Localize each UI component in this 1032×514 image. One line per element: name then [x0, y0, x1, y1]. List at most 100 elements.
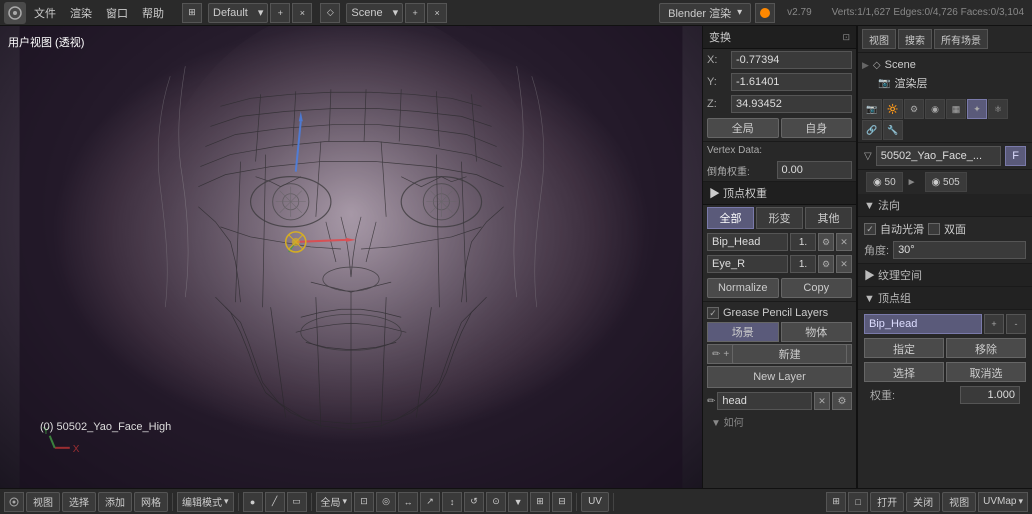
- vg-name-2[interactable]: Eye_R: [707, 255, 788, 273]
- head-input[interactable]: head: [717, 392, 812, 410]
- bt-add-btn[interactable]: 添加: [98, 492, 132, 512]
- modifiers-tab-icon[interactable]: 🔧: [883, 120, 903, 140]
- blender-icon[interactable]: [4, 2, 26, 24]
- normalize-btn[interactable]: Normalize: [707, 278, 779, 298]
- tab-other[interactable]: 其他: [805, 207, 852, 229]
- transform-header[interactable]: 变换 ⊡: [703, 26, 856, 49]
- tab-shape[interactable]: 形变: [756, 207, 803, 229]
- vg-weight-2[interactable]: 1.: [790, 255, 816, 273]
- bt-snap-icon[interactable]: ⊡: [354, 492, 374, 512]
- bt-tool-2[interactable]: ↕: [442, 492, 462, 512]
- head-x-btn[interactable]: ✕: [814, 392, 830, 410]
- layout-selector[interactable]: Default ▾: [208, 3, 268, 23]
- menu-file[interactable]: 文件: [28, 3, 62, 23]
- bevel-value[interactable]: 0.00: [777, 161, 853, 179]
- scene-icon[interactable]: ◇: [320, 3, 340, 23]
- bt-mode-dropdown[interactable]: 编辑模式 ▾: [177, 492, 234, 512]
- bt-tool-4[interactable]: ⊙: [486, 492, 506, 512]
- bt-edge-icon[interactable]: ╱: [265, 492, 285, 512]
- add-layout-icon[interactable]: +: [270, 3, 290, 23]
- vg-settings-1[interactable]: ⚙: [818, 233, 834, 251]
- vg-remove-2[interactable]: ✕: [836, 255, 852, 273]
- grease-checkbox[interactable]: [707, 307, 719, 319]
- vg-select-btn[interactable]: 选择: [864, 362, 944, 382]
- constraints-tab-icon[interactable]: 🔗: [862, 120, 882, 140]
- y-value[interactable]: -1.61401: [731, 73, 852, 91]
- smooth-checkbox[interactable]: [864, 223, 876, 235]
- bt-mesh-btn[interactable]: 网格: [134, 492, 168, 512]
- physics-tab-icon[interactable]: ⚛: [988, 99, 1008, 119]
- bt-uv-btn[interactable]: UV: [581, 492, 609, 512]
- vg-weight-1[interactable]: 1.: [790, 233, 816, 251]
- bt-select-btn[interactable]: 选择: [62, 492, 96, 512]
- vg-list-remove[interactable]: -: [1006, 314, 1026, 334]
- normals-section-header[interactable]: ▼ 法向: [858, 194, 1032, 217]
- camera-tab-icon[interactable]: 📷: [862, 99, 882, 119]
- menu-window[interactable]: 窗口: [100, 3, 134, 23]
- grease-scene-btn[interactable]: 场景: [707, 322, 779, 342]
- bt-proportional-icon[interactable]: ◎: [376, 492, 396, 512]
- vg-assign-btn[interactable]: 指定: [864, 338, 944, 358]
- particles-tab-icon[interactable]: ✦: [967, 99, 987, 119]
- vg-name-1[interactable]: Bip_Head: [707, 233, 788, 251]
- bt-global-dropdown[interactable]: 全局 ▾: [316, 492, 353, 512]
- double-checkbox[interactable]: [928, 223, 940, 235]
- vg-list-add[interactable]: +: [984, 314, 1004, 334]
- viewport-canvas[interactable]: 用户视图 (透视): [0, 26, 702, 488]
- render-engine-selector[interactable]: Blender 渲染 ▾: [659, 3, 751, 23]
- vg-list-name-head[interactable]: Bip_Head: [864, 314, 982, 334]
- bt-vertex-icon[interactable]: ●: [243, 492, 263, 512]
- x-value[interactable]: -0.77394: [731, 51, 852, 69]
- mesh-name[interactable]: 50502_Yao_Face_...: [876, 146, 1002, 166]
- render-layer-item[interactable]: 📷 渲染层: [862, 73, 1028, 93]
- material-tab-icon[interactable]: ◉: [925, 99, 945, 119]
- bt-tool-5[interactable]: ▼: [508, 492, 528, 512]
- close-layout-icon[interactable]: ×: [292, 3, 312, 23]
- new-layer-btn[interactable]: New Layer: [707, 366, 852, 388]
- head-settings-btn[interactable]: ⚙: [832, 392, 852, 410]
- close-scene-icon[interactable]: ×: [427, 3, 447, 23]
- vertex-weight-header[interactable]: ▶ 顶点权重: [703, 182, 856, 205]
- menu-render[interactable]: 渲染: [64, 3, 98, 23]
- grid-icon[interactable]: ⊞: [182, 3, 202, 23]
- add-scene-icon[interactable]: +: [405, 3, 425, 23]
- grease-new-btn[interactable]: 新建: [732, 344, 847, 364]
- z-value[interactable]: 34.93452: [731, 95, 852, 113]
- viewport[interactable]: 用户视图 (透视): [0, 26, 702, 488]
- frp-allobjects-tab[interactable]: 所有场景: [934, 29, 988, 49]
- bt-right-icon-2[interactable]: □: [848, 492, 868, 512]
- bt-mirror-icon[interactable]: ↔: [398, 492, 418, 512]
- bt-uvmap-dropdown[interactable]: UVMap ▾: [978, 492, 1028, 512]
- menu-help[interactable]: 帮助: [136, 3, 170, 23]
- copy-btn[interactable]: Copy: [781, 278, 853, 298]
- texture-space-header[interactable]: ▶ 纹理空间: [858, 264, 1032, 287]
- bt-close-btn[interactable]: 关闭: [906, 492, 940, 512]
- bt-tool-7[interactable]: ⊟: [552, 492, 572, 512]
- bt-tool-1[interactable]: ↗: [420, 492, 440, 512]
- settings-tab-icon[interactable]: ⚙: [904, 99, 924, 119]
- scene-root-item[interactable]: ▶ ◇ Scene: [862, 57, 1028, 73]
- mesh-f-btn[interactable]: F: [1005, 146, 1026, 166]
- bt-tool-3[interactable]: ↺: [464, 492, 484, 512]
- vg-settings-2[interactable]: ⚙: [818, 255, 834, 273]
- render-tab-icon[interactable]: 🔆: [883, 99, 903, 119]
- bt-face-icon[interactable]: ▭: [287, 492, 307, 512]
- angle-value[interactable]: 30°: [893, 241, 1026, 259]
- vertex-groups-header[interactable]: ▼ 顶点组: [858, 287, 1032, 310]
- vg-remove-1[interactable]: ✕: [836, 233, 852, 251]
- texture-tab-icon[interactable]: ▦: [946, 99, 966, 119]
- bt-tool-6[interactable]: ⊞: [530, 492, 550, 512]
- bt-view2-btn[interactable]: 视图: [942, 492, 976, 512]
- global-btn[interactable]: 全局: [707, 118, 779, 138]
- bt-blender-icon[interactable]: [4, 492, 24, 512]
- bt-view-btn[interactable]: 视图: [26, 492, 60, 512]
- grease-body-btn[interactable]: 物体: [781, 322, 853, 342]
- local-btn[interactable]: 自身: [781, 118, 853, 138]
- tab-all[interactable]: 全部: [707, 207, 754, 229]
- scene-selector[interactable]: Scene ▾: [346, 3, 403, 23]
- frp-search-tab[interactable]: 搜索: [898, 29, 932, 49]
- bt-right-icon-1[interactable]: ⊞: [826, 492, 846, 512]
- vg-deselect-btn[interactable]: 取消选: [946, 362, 1026, 382]
- frp-view-tab[interactable]: 视图: [862, 29, 896, 49]
- vg-remove-btn[interactable]: 移除: [946, 338, 1026, 358]
